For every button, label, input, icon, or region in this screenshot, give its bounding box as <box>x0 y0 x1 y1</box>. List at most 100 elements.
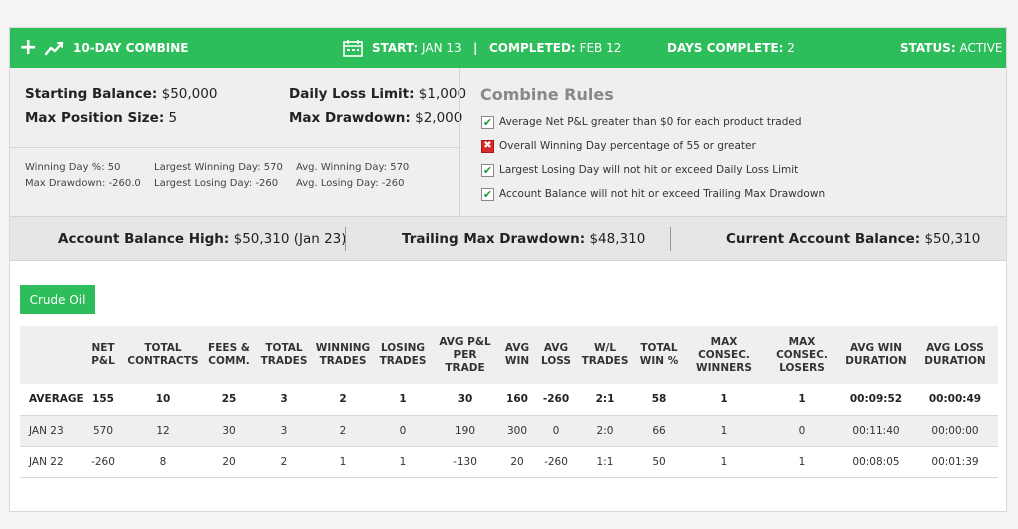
column-header: NET P&L <box>91 342 115 367</box>
completed-date: COMPLETED: FEB 12 <box>489 41 622 55</box>
table-cell: 00:08:05 <box>852 455 900 468</box>
column-header: AVG LOSS DURATION <box>924 342 986 367</box>
table-cell: 3 <box>280 424 288 437</box>
column-header: TOTAL CONTRACTS <box>127 342 199 367</box>
table-cell: -260 <box>544 455 568 468</box>
rule-passed-check-icon: ✔ <box>481 115 494 129</box>
current-account-balance: Current Account Balance: $50,310 <box>726 231 981 247</box>
table-cell: 160 <box>506 393 528 406</box>
days-complete: DAYS COMPLETE: 2 <box>667 41 795 55</box>
table-cell: 0 <box>798 424 806 437</box>
table-cell: 66 <box>652 424 666 437</box>
status: STATUS: ACTIVE <box>900 41 1003 55</box>
table-cell: 1:1 <box>596 455 614 468</box>
rule-item: ✔ Account Balance will not hit or exceed… <box>481 186 825 202</box>
table-cell: 12 <box>156 424 170 437</box>
row-label-cell: JAN 23 <box>29 424 64 437</box>
trailing-max-drawdown: Trailing Max Drawdown: $48,310 <box>402 231 646 247</box>
chart-trend-icon <box>45 28 65 68</box>
table-cell: -260 <box>91 455 115 468</box>
column-header: TOTAL TRADES <box>260 342 308 367</box>
table-cell: 1 <box>798 393 806 406</box>
table-cell: 190 <box>454 424 476 437</box>
table-cell: 2 <box>339 393 347 406</box>
column-header: FEES & COMM. <box>208 342 250 367</box>
row-label-cell: AVERAGE <box>29 393 84 406</box>
table-cell: 30 <box>222 424 236 437</box>
account-balance-high: Account Balance High: $50,310 (Jan 23) <box>58 231 347 247</box>
column-header: LOSING TRADES <box>379 342 427 367</box>
table-cell: 50 <box>652 455 666 468</box>
column-header: WINNING TRADES <box>315 342 371 367</box>
table-cell: 570 <box>92 424 114 437</box>
starting-balance: Starting Balance: $50,000 <box>25 86 218 102</box>
rule-passed-check-icon: ✔ <box>481 163 494 177</box>
table-cell: 10 <box>155 393 171 406</box>
table-row: JAN 23 570 12 30 3 2 0 190 300 0 2:0 66 1 0 00:11:40 00… <box>20 415 998 446</box>
table-cell: 155 <box>92 393 114 406</box>
trade-stats-table: NET P&L TOTAL CONTRACTS FEES & COMM. TOTAL TRAD… <box>20 326 998 478</box>
avg-losing-day: Avg. Losing Day: -260 <box>296 178 405 189</box>
balance-summary: Account Balance High: $50,310 (Jan 23) T… <box>10 217 1006 261</box>
rule-passed-check-icon: ✔ <box>481 187 494 201</box>
combine-rules-title: Combine Rules <box>480 85 614 104</box>
table-cell: 00:00:49 <box>928 393 982 406</box>
table-cell: 2 <box>339 424 347 437</box>
table-cell: 00:09:52 <box>849 393 903 406</box>
info-vertical-divider <box>459 68 460 216</box>
table-cell: 25 <box>221 393 237 406</box>
calendar-icon <box>343 28 363 68</box>
table-header-row: NET P&L TOTAL CONTRACTS FEES & COMM. TOTAL TRAD… <box>20 326 998 384</box>
daily-loss-limit: Daily Loss Limit: $1,000 <box>289 86 467 102</box>
table-cell: 30 <box>457 393 473 406</box>
table-cell: 0 <box>552 424 560 437</box>
product-tab-crude-oil[interactable]: Crude Oil <box>20 285 95 314</box>
rule-text: Average Net P&L greater than $0 for each… <box>499 116 802 128</box>
table-cell: 3 <box>280 393 288 406</box>
rule-text: Largest Losing Day will not hit or excee… <box>499 164 799 176</box>
column-header: W/L TRADES <box>581 342 629 367</box>
table-cell: -130 <box>453 455 477 468</box>
column-header: MAX CONSEC. LOSERS <box>776 335 828 374</box>
column-header <box>20 326 82 384</box>
rule-text: Overall Winning Day percentage of 55 or … <box>499 140 756 152</box>
max-position-size: Max Position Size: 5 <box>25 110 178 126</box>
table-cell: 1 <box>399 393 407 406</box>
expand-plus-icon[interactable]: + <box>19 28 37 68</box>
table-cell: 1 <box>720 424 728 437</box>
combine-title: 10-DAY COMBINE <box>73 41 189 55</box>
table-cell: 58 <box>651 393 667 406</box>
balance-separator <box>345 227 346 251</box>
largest-winning-day: Largest Winning Day: 570 <box>154 162 283 173</box>
table-cell: 2:1 <box>595 393 615 406</box>
column-header: AVG P&L PER TRADE <box>439 335 491 374</box>
balance-separator <box>670 227 671 251</box>
combine-panel: + 10-DAY COMBINE START: JAN 13 | COMPLET… <box>9 27 1007 512</box>
rule-failed-x-icon: ✖ <box>481 139 494 153</box>
max-drawdown-stat: Max Drawdown: -260.0 <box>25 178 141 189</box>
combine-header: + 10-DAY COMBINE START: JAN 13 | COMPLET… <box>10 28 1006 68</box>
max-drawdown: Max Drawdown: $2,000 <box>289 110 463 126</box>
rule-item: ✖ Overall Winning Day percentage of 55 o… <box>481 138 756 154</box>
info-divider <box>10 147 459 148</box>
winning-day-pct: Winning Day %: 50 <box>25 162 121 173</box>
table-cell: 0 <box>399 424 407 437</box>
table-cell: 300 <box>506 424 528 437</box>
table-cell: 1 <box>399 455 407 468</box>
table-cell: -260 <box>542 393 570 406</box>
table-cell: 1 <box>339 455 347 468</box>
table-row: AVERAGE 155 10 25 3 2 1 30 160 -260 2:1 58 1 1 00:09:5… <box>20 384 998 415</box>
table-row: JAN 22 -260 8 20 2 1 1 -130 20 -260 1:1 50 1 1 00:08:0… <box>20 446 998 477</box>
rule-item: ✔ Average Net P&L greater than $0 for ea… <box>481 114 802 130</box>
largest-losing-day: Largest Losing Day: -260 <box>154 178 279 189</box>
table-cell: 00:01:39 <box>931 455 979 468</box>
avg-winning-day: Avg. Winning Day: 570 <box>296 162 410 173</box>
table-cell: 8 <box>159 455 167 468</box>
table-cell: 1 <box>720 455 728 468</box>
table-cell: 20 <box>510 455 524 468</box>
table-cell: 00:00:00 <box>931 424 979 437</box>
column-header: TOTAL WIN % <box>639 342 679 367</box>
start-date: START: JAN 13 <box>372 41 462 55</box>
column-header: MAX CONSEC. WINNERS <box>696 335 752 374</box>
table-cell: 2:0 <box>596 424 614 437</box>
